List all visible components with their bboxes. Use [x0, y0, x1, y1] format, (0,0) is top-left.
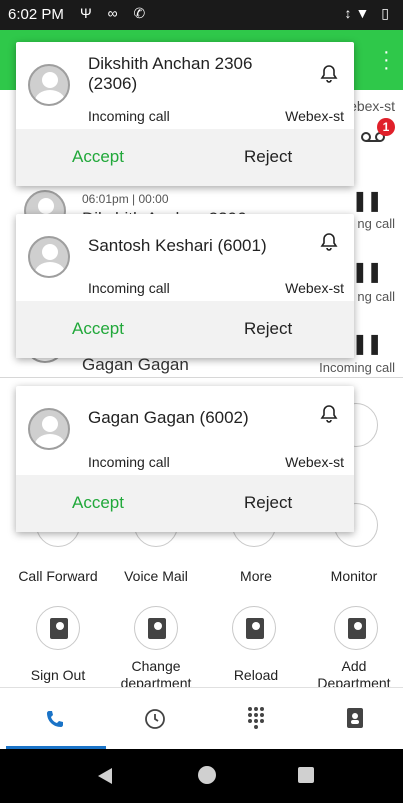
call-forward-label[interactable]: Call Forward	[8, 568, 108, 585]
phone-tab-icon[interactable]	[44, 708, 66, 730]
monitor-label[interactable]: Monitor	[304, 568, 403, 585]
caller-name: Gagan Gagan (6002)	[88, 408, 249, 427]
reload-label[interactable]: Reload	[206, 667, 306, 684]
reload-icon[interactable]	[232, 606, 276, 650]
voice-mail-label[interactable]: Voice Mail	[106, 568, 206, 585]
reject-button[interactable]: Reject	[244, 493, 292, 513]
call-status: Incoming call	[88, 280, 170, 296]
call-source: Webex-st	[285, 108, 344, 124]
reject-button[interactable]: Reject	[244, 147, 292, 167]
pause-icon[interactable]: ❚❚	[351, 331, 382, 356]
incoming-call-card: Dikshith Anchan 2306 (2306) Incoming cal…	[16, 42, 354, 186]
accept-button[interactable]: Accept	[72, 493, 124, 513]
system-navigation-bar	[0, 749, 403, 803]
contacts-tab-icon[interactable]	[344, 706, 366, 730]
bottom-navigation	[0, 687, 403, 750]
card-actions: Accept Reject	[16, 475, 354, 532]
back-icon[interactable]	[96, 767, 114, 785]
call-source: Webex-st	[285, 280, 344, 296]
more-label[interactable]: More	[206, 568, 306, 585]
call-status: Incoming call	[88, 454, 170, 470]
caller-name: Santosh Keshari (6001)	[88, 236, 267, 255]
change-department-icon[interactable]	[134, 606, 178, 650]
status-system-icons: ↕▼ ▯	[344, 5, 393, 21]
call-state-label: Incoming call	[319, 360, 395, 375]
add-department-label[interactable]: Add Department	[304, 658, 403, 688]
reject-button[interactable]: Reject	[244, 319, 292, 339]
history-tab-icon[interactable]	[144, 708, 166, 730]
status-bar: 6:02 PM Ψ ∞ ✆ ↕▼ ▯	[0, 0, 403, 30]
dialpad-tab-icon[interactable]	[246, 706, 266, 730]
status-notification-icons: Ψ ∞ ✆	[80, 5, 152, 21]
incoming-call-card: Santosh Keshari (6001) Incoming call Web…	[16, 214, 354, 358]
avatar	[28, 64, 70, 106]
add-department-icon[interactable]	[334, 606, 378, 650]
pause-icon[interactable]: ❚❚	[351, 188, 382, 213]
incoming-call-card: Gagan Gagan (6002) Incoming call Webex-s…	[16, 386, 354, 532]
bell-icon	[320, 65, 338, 83]
caller-name: Gagan Gagan	[82, 355, 189, 374]
card-actions: Accept Reject	[16, 301, 354, 358]
call-time: 06:01pm | 00:00	[82, 192, 169, 206]
sign-out-icon[interactable]	[36, 606, 80, 650]
bell-icon	[320, 405, 338, 423]
caller-name: Dikshith Anchan 2306 (2306)	[88, 54, 253, 93]
bell-icon	[320, 233, 338, 251]
accept-button[interactable]: Accept	[72, 319, 124, 339]
pause-icon[interactable]: ❚❚	[351, 259, 382, 284]
sign-out-label[interactable]: Sign Out	[8, 667, 108, 684]
overflow-menu-icon[interactable]: · · ·	[383, 42, 390, 78]
status-time: 6:02 PM	[8, 6, 64, 23]
voicemail-badge: 1	[377, 118, 395, 136]
call-state-label: ng call	[357, 216, 395, 231]
call-source: Webex-st	[285, 454, 344, 470]
call-status: Incoming call	[88, 108, 170, 124]
avatar	[28, 408, 70, 450]
home-icon[interactable]	[198, 766, 216, 784]
recents-icon[interactable]	[298, 767, 314, 783]
accept-button[interactable]: Accept	[72, 147, 124, 167]
card-actions: Accept Reject	[16, 129, 354, 186]
call-state-label: ng call	[357, 289, 395, 304]
change-department-label[interactable]: Change department	[106, 658, 206, 688]
avatar	[28, 236, 70, 278]
row-source-label: ebex-st	[349, 98, 395, 114]
